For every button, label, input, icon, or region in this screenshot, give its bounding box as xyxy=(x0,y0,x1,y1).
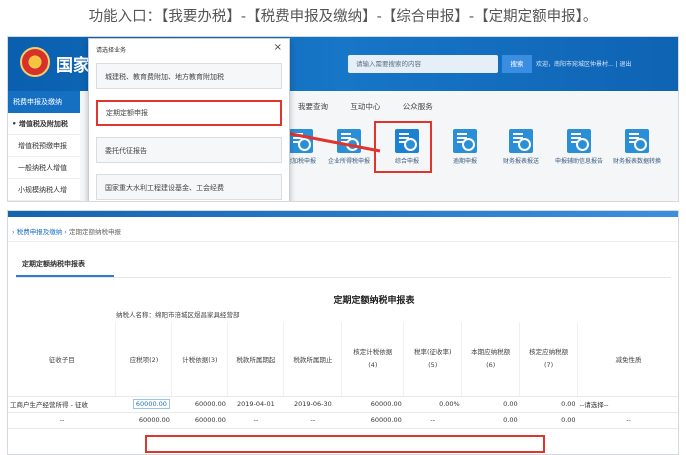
form-panel: › 税费申报及缴纳 › 定期定额纳税申报 定期定额纳税申报表 定期定额纳税申报表… xyxy=(7,210,679,455)
highlight-box-total xyxy=(145,435,545,453)
cell-basis: 60000.00 xyxy=(171,396,228,413)
tile-label: 财务报表报送 xyxy=(502,158,539,165)
taxpayer-line: 纳税人名称：绵阳市涪城区煜昌家具经营部 xyxy=(116,309,240,319)
cell-rate: 0.00% xyxy=(403,396,462,413)
sidebar-item[interactable]: 小规模纳税人增 xyxy=(8,179,80,201)
top-nav: 我要查询 互动中心 公众服务 xyxy=(298,101,453,112)
cell-taxable[interactable]: 60000.00 xyxy=(115,396,172,413)
sidebar-item[interactable]: 一般纳税人增值 xyxy=(8,157,80,179)
national-emblem-icon xyxy=(20,47,50,77)
portal-brand: 国家 xyxy=(56,56,90,76)
col-header: 税款所属期起 xyxy=(227,322,285,397)
tile-financial-statements[interactable]: 财务报表报送 xyxy=(496,123,546,166)
document-search-icon xyxy=(567,129,591,153)
tax-table: 征收子目 应税项(2) 计税依据(3) 税款所属期起 税款所属期止 核定计税依据… xyxy=(8,322,678,429)
portal-panel: 国家 请输入需要搜索的内容 搜索 欢迎，南阳市宛城区仲景村... | 退出 税费… xyxy=(7,36,679,202)
exemption-select[interactable]: --请选择-- xyxy=(577,396,678,413)
sidebar: 税费申报及缴纳 • 增值税及附加税 增值税预缴申报 一般纳税人增值 小规模纳税人… xyxy=(8,91,80,201)
form-topbar xyxy=(8,211,678,217)
sidebar-head[interactable]: 税费申报及缴纳 xyxy=(8,91,80,113)
nav-public-service[interactable]: 公众服务 xyxy=(403,101,433,112)
form-title: 定期定额纳税申报表 xyxy=(333,296,415,306)
breadcrumb-sep: › xyxy=(12,228,15,236)
cell-period-end: 2019-06-30 xyxy=(283,396,342,413)
cell-rate: -- xyxy=(403,412,462,429)
col-header: 税率(征收率) (5) xyxy=(403,322,463,397)
tile-label: 逾期申报 xyxy=(452,158,477,165)
col-header: 计税依据(3) xyxy=(171,322,229,397)
nav-query[interactable]: 我要查询 xyxy=(298,101,328,112)
document-search-icon xyxy=(453,129,477,153)
close-icon[interactable]: × xyxy=(274,42,282,53)
tile-auxiliary-info[interactable]: 申报辅助信息报告 xyxy=(554,123,604,166)
sidebar-item[interactable]: • 增值税及附加税 xyxy=(8,113,80,135)
sidebar-item[interactable]: 增值税预缴申报 xyxy=(8,135,80,157)
cell-current-tax: 0.00 xyxy=(461,396,520,413)
col-header: 税款所属期止 xyxy=(283,322,343,397)
breadcrumb-current: 定期定额纳税申报 xyxy=(68,228,121,236)
col-header: 减免性质 xyxy=(577,322,678,397)
tab-fixed-quota-form[interactable]: 定期定额纳税申报表 xyxy=(22,259,85,269)
breadcrumb: › 税费申报及缴纳 › 定期定额纳税申报 xyxy=(8,222,678,242)
cell-taxable: 60000.00 xyxy=(115,412,172,429)
cell-approved-basis: 60000.00 xyxy=(341,412,404,429)
col-header: 核定计税依据 (4) xyxy=(341,322,405,397)
business-select-modal: 请选择业务 × 城建税、教育费附加、地方教育附加税 定期定额申报 委托代征报告 … xyxy=(88,38,290,201)
col-header: 本期应纳税额 (6) xyxy=(461,322,521,397)
search-button[interactable]: 搜索 xyxy=(502,55,532,73)
cell-item: -- xyxy=(8,412,116,429)
document-search-icon xyxy=(509,129,533,153)
tile-label: 财务报表数据转换 xyxy=(612,158,661,165)
search-input[interactable]: 请输入需要搜索的内容 xyxy=(348,55,498,73)
table-header-row: 征收子目 应税项(2) 计税依据(3) 税款所属期起 税款所属期止 核定计税依据… xyxy=(8,322,678,397)
modal-option-entrusted-collection[interactable]: 委托代征报告 xyxy=(96,137,282,163)
cell-item[interactable]: 工商户生产经营所得 - 征收 xyxy=(8,396,116,413)
modal-title: 请选择业务 xyxy=(96,47,127,54)
cell-approved-tax: 0.00 xyxy=(519,396,578,413)
breadcrumb-root[interactable]: 税费申报及缴纳 xyxy=(17,228,63,236)
col-header: 征收子目 xyxy=(8,322,117,397)
cell-period-start: 2019-04-01 xyxy=(227,396,284,413)
caption: 功能入口：【我要办税】-【税费申报及缴纳】-【综合申报】-【定期定额申报】。 xyxy=(88,9,598,25)
tab-divider xyxy=(16,277,671,278)
cell-period-start: -- xyxy=(227,412,284,429)
taxpayer-label: 纳税人名称： xyxy=(116,311,155,319)
cell-period-end: -- xyxy=(283,412,342,429)
table-row: 工商户生产经营所得 - 征收 60000.00 60000.00 2019-04… xyxy=(8,396,678,413)
taxpayer-name: 绵阳市涪城区煜昌家具经营部 xyxy=(155,311,240,319)
modal-option-water-fund[interactable]: 国家重大水利工程建设基金、工会经费 xyxy=(96,174,282,200)
cell-approved-basis: 60000.00 xyxy=(341,396,404,413)
cell-approved-tax: 0.00 xyxy=(519,412,578,429)
modal-option-urban-tax[interactable]: 城建税、教育费附加、地方教育附加税 xyxy=(96,63,282,89)
cell-basis: 60000.00 xyxy=(171,412,228,429)
tile-statement-conversion[interactable]: 财务报表数据转换 xyxy=(612,123,662,166)
nav-interaction[interactable]: 互动中心 xyxy=(350,101,380,112)
taxable-input[interactable]: 60000.00 xyxy=(132,399,170,409)
col-header: 核定应纳税额 (7) xyxy=(519,322,579,397)
tile-label: 申报辅助信息报告 xyxy=(554,158,603,165)
tile-overdue-filing[interactable]: 逾期申报 xyxy=(440,123,490,166)
arrow-icon xyxy=(276,125,381,153)
table-row: -- 60000.00 60000.00 -- -- 60000.00 -- 0… xyxy=(8,412,678,429)
welcome-text: 欢迎，南阳市宛城区仲景村... | 退出 xyxy=(536,61,632,68)
cell-exemption: -- xyxy=(577,412,678,429)
col-header: 应税项(2) xyxy=(115,322,173,397)
breadcrumb-sep: › xyxy=(64,228,67,236)
document-search-icon xyxy=(625,129,649,153)
cell-current-tax: 0.00 xyxy=(461,412,520,429)
modal-option-fixed-quota[interactable]: 定期定额申报 xyxy=(96,100,282,126)
